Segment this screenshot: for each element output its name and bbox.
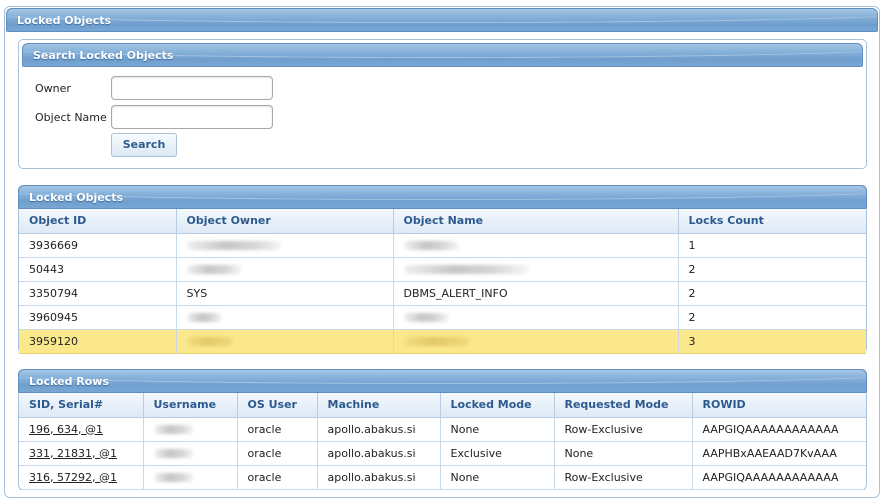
sid-serial-link[interactable]: 196, 634, @1 <box>29 423 103 436</box>
redacted-text <box>403 313 449 322</box>
rowid-cell: AAPHBxAAEAAD7KvAAA <box>692 441 866 466</box>
redacted-text <box>186 265 242 274</box>
requested-mode-cell: Row-Exclusive <box>554 465 693 490</box>
object-name-label: Object Name <box>35 111 107 124</box>
locks-count-cell: 3 <box>678 329 866 354</box>
locked-objects-title: Locked Objects <box>29 191 124 204</box>
locked-rows-header: Locked Rows <box>18 369 867 393</box>
object-name-cell <box>393 329 679 354</box>
sid-serial-link[interactable]: 331, 21831, @1 <box>29 447 117 460</box>
object-name-input[interactable] <box>111 105 273 129</box>
object-name-cell <box>393 257 679 282</box>
redacted-text <box>403 265 529 274</box>
object-owner-cell <box>176 233 394 258</box>
redacted-text <box>403 241 459 250</box>
column-header-sid-serial[interactable]: SID, Serial# <box>19 393 144 418</box>
search-button[interactable]: Search <box>111 133 177 157</box>
object-name-cell <box>393 233 679 258</box>
os-user-cell: oracle <box>237 441 318 466</box>
column-header-requested-mode[interactable]: Requested Mode <box>554 393 693 418</box>
search-panel-title: Search Locked Objects <box>33 49 174 62</box>
username-cell <box>143 417 238 442</box>
requested-mode-cell: Row-Exclusive <box>554 417 693 442</box>
os-user-cell: oracle <box>237 417 318 442</box>
rowid-cell: AAPGIQAAAAAAAAAAAA <box>692 417 866 442</box>
locks-count-cell: 2 <box>678 305 866 330</box>
redacted-text <box>153 449 194 458</box>
locked-objects-header: Locked Objects <box>18 185 867 209</box>
column-header-os-user[interactable]: OS User <box>237 393 318 418</box>
object-id-cell: 3960945 <box>19 305 177 330</box>
object-owner-cell <box>176 329 394 354</box>
sid-serial-cell: 316, 57292, @1 <box>19 465 144 490</box>
redacted-text <box>403 337 469 346</box>
object-name-cell: DBMS_ALERT_INFO <box>393 281 679 306</box>
object-name-cell <box>393 305 679 330</box>
page-title: Locked Objects <box>17 14 112 27</box>
object-id-cell: 3936669 <box>19 233 177 258</box>
machine-cell: apollo.abakus.si <box>317 465 441 490</box>
sid-serial-link[interactable]: 316, 57292, @1 <box>29 471 117 484</box>
locks-count-cell: 2 <box>678 281 866 306</box>
column-header-username[interactable]: Username <box>143 393 238 418</box>
locks-count-cell: 2 <box>678 257 866 282</box>
username-cell <box>143 441 238 466</box>
redacted-text <box>186 241 282 250</box>
owner-input[interactable] <box>111 76 273 100</box>
column-header-object-owner[interactable]: Object Owner <box>176 209 394 234</box>
table-row-selected[interactable]: 3959120 3 <box>19 329 866 354</box>
redacted-text <box>153 473 194 482</box>
table-header-row: Object ID Object Owner Object Name Locks… <box>19 209 866 234</box>
locks-count-cell: 1 <box>678 233 866 258</box>
table-row[interactable]: 3350794 SYS DBMS_ALERT_INFO 2 <box>19 281 866 306</box>
table-row[interactable]: 331, 21831, @1 oracle apollo.abakus.si E… <box>19 441 866 466</box>
table-header-row: SID, Serial# Username OS User Machine Lo… <box>19 393 866 418</box>
page-title-bar: Locked Objects <box>6 8 878 32</box>
locked-mode-cell: None <box>440 417 555 442</box>
table-row[interactable]: 3936669 1 <box>19 233 866 258</box>
object-owner-cell <box>176 305 394 330</box>
column-header-machine[interactable]: Machine <box>317 393 441 418</box>
column-header-locked-mode[interactable]: Locked Mode <box>440 393 555 418</box>
table-row[interactable]: 316, 57292, @1 oracle apollo.abakus.si N… <box>19 465 866 490</box>
object-id-cell: 50443 <box>19 257 177 282</box>
table-row[interactable]: 50443 2 <box>19 257 866 282</box>
column-header-locks-count[interactable]: Locks Count <box>678 209 866 234</box>
object-owner-cell: SYS <box>176 281 394 306</box>
redacted-text <box>153 425 194 434</box>
redacted-text <box>186 313 222 322</box>
os-user-cell: oracle <box>237 465 318 490</box>
locked-rows-table: SID, Serial# Username OS User Machine Lo… <box>19 393 866 490</box>
username-cell <box>143 465 238 490</box>
requested-mode-cell: None <box>554 441 693 466</box>
object-owner-cell <box>176 257 394 282</box>
search-panel-header: Search Locked Objects <box>22 43 863 67</box>
table-row[interactable]: 3960945 2 <box>19 305 866 330</box>
rowid-cell: AAPGIQAAAAAAAAAAAA <box>692 465 866 490</box>
column-header-object-id[interactable]: Object ID <box>19 209 177 234</box>
locked-mode-cell: None <box>440 465 555 490</box>
object-id-cell: 3350794 <box>19 281 177 306</box>
locked-objects-table: Object ID Object Owner Object Name Locks… <box>19 209 866 354</box>
object-id-cell: 3959120 <box>19 329 177 354</box>
machine-cell: apollo.abakus.si <box>317 417 441 442</box>
redacted-text <box>186 337 232 346</box>
locked-mode-cell: Exclusive <box>440 441 555 466</box>
sid-serial-cell: 331, 21831, @1 <box>19 441 144 466</box>
sid-serial-cell: 196, 634, @1 <box>19 417 144 442</box>
owner-label: Owner <box>35 82 71 95</box>
machine-cell: apollo.abakus.si <box>317 441 441 466</box>
table-row[interactable]: 196, 634, @1 oracle apollo.abakus.si Non… <box>19 417 866 442</box>
column-header-object-name[interactable]: Object Name <box>393 209 679 234</box>
locked-rows-title: Locked Rows <box>29 375 110 388</box>
column-header-rowid[interactable]: ROWID <box>692 393 866 418</box>
